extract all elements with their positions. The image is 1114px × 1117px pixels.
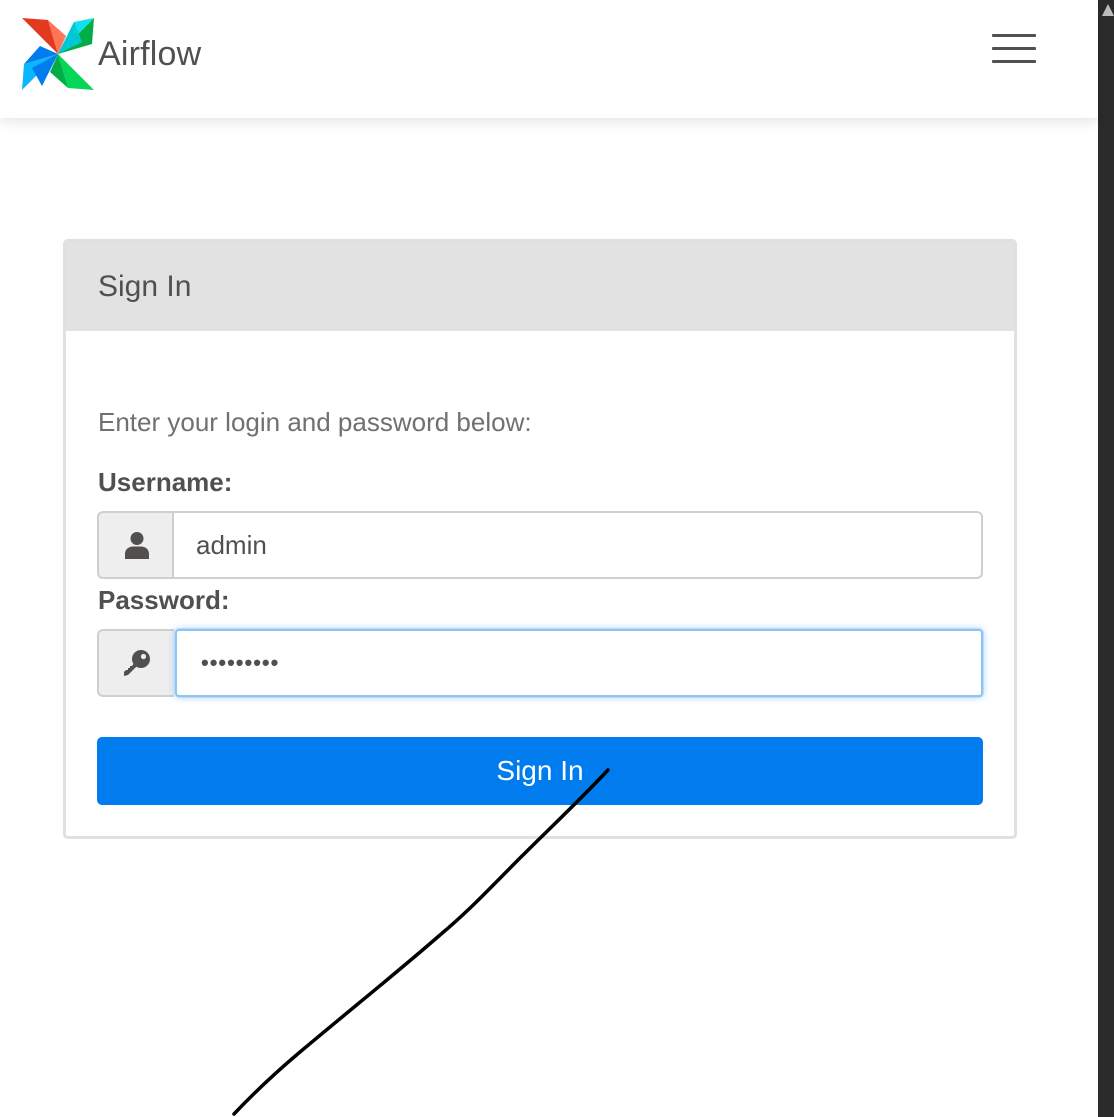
key-icon	[97, 629, 174, 697]
password-input-group	[97, 629, 983, 697]
navbar: Airflow	[0, 0, 1098, 118]
password-label: Password:	[98, 585, 230, 615]
login-page: Airflow Sign In Enter your login and pas…	[0, 0, 1114, 1117]
brand-name: Airflow	[98, 34, 202, 73]
vertical-scrollbar[interactable]	[1098, 0, 1114, 1117]
login-instructions: Enter your login and password below:	[98, 407, 532, 437]
sign-in-button[interactable]: Sign In	[97, 737, 983, 805]
brand-link[interactable]: Airflow	[22, 18, 201, 90]
username-input[interactable]	[172, 511, 983, 579]
password-input[interactable]	[175, 629, 983, 697]
login-title: Sign In	[98, 270, 192, 303]
username-label: Username:	[98, 467, 233, 497]
airflow-logo-icon	[22, 18, 94, 90]
scroll-up-arrow-icon[interactable]	[1102, 4, 1114, 16]
hamburger-menu-icon[interactable]	[984, 26, 1044, 72]
user-icon	[97, 511, 174, 579]
login-card: Sign In Enter your login and password be…	[63, 239, 1017, 839]
login-card-header: Sign In	[66, 242, 1014, 331]
username-input-group	[97, 511, 983, 579]
